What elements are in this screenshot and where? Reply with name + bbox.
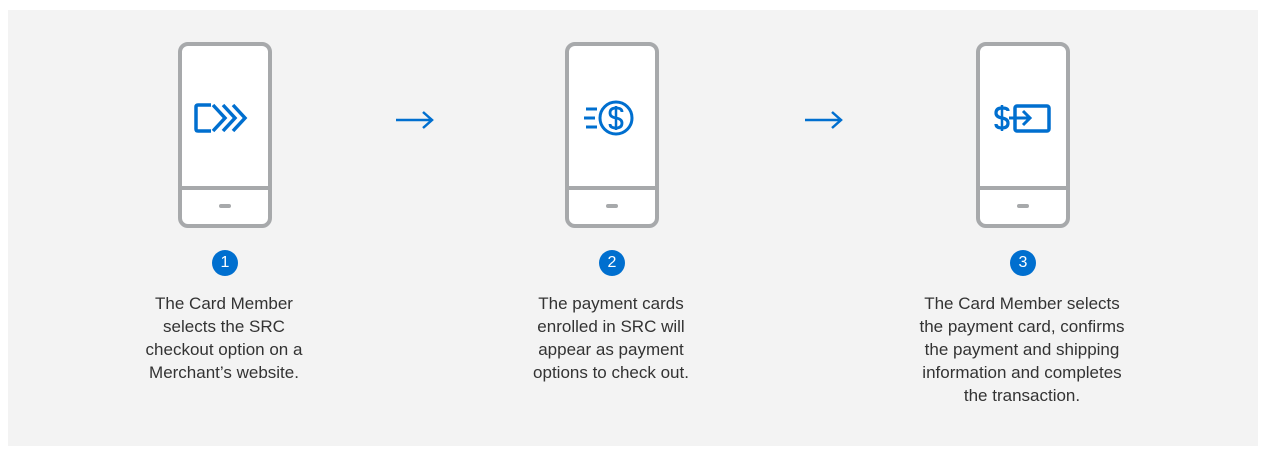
phone-divider: [569, 186, 655, 190]
phone-divider: [980, 186, 1066, 190]
phone-device: [178, 42, 272, 228]
step-number-badge: 1: [212, 250, 238, 276]
phone-home-button: [1017, 204, 1029, 208]
arrow-right-icon: [805, 111, 843, 129]
step-2: 2 The payment cards enrolled in SRC will…: [461, 10, 761, 446]
card-forward-icon: [194, 103, 248, 133]
phone-home-button: [219, 204, 231, 208]
phone-device: [565, 42, 659, 228]
dollar-coin-icon: [584, 100, 634, 136]
step-description: The Card Member selects the payment card…: [919, 294, 1125, 405]
step-description: The Card Member selects the SRC checkout…: [145, 294, 303, 382]
process-diagram: 1 The Card Member selects the SRC checko…: [8, 10, 1258, 446]
step-number-badge: 2: [599, 250, 625, 276]
phone-device: [976, 42, 1070, 228]
step-description: The payment cards enrolled in SRC will a…: [533, 294, 689, 382]
phone-divider: [182, 186, 268, 190]
step-1: 1 The Card Member selects the SRC checko…: [74, 10, 374, 446]
step-3: 3 The Card Member selects the payment ca…: [872, 10, 1172, 446]
dollar-card-transfer-icon: [994, 104, 1051, 133]
step-number-badge: 3: [1010, 250, 1036, 276]
arrow-right-icon: [396, 111, 434, 129]
phone-home-button: [606, 204, 618, 208]
